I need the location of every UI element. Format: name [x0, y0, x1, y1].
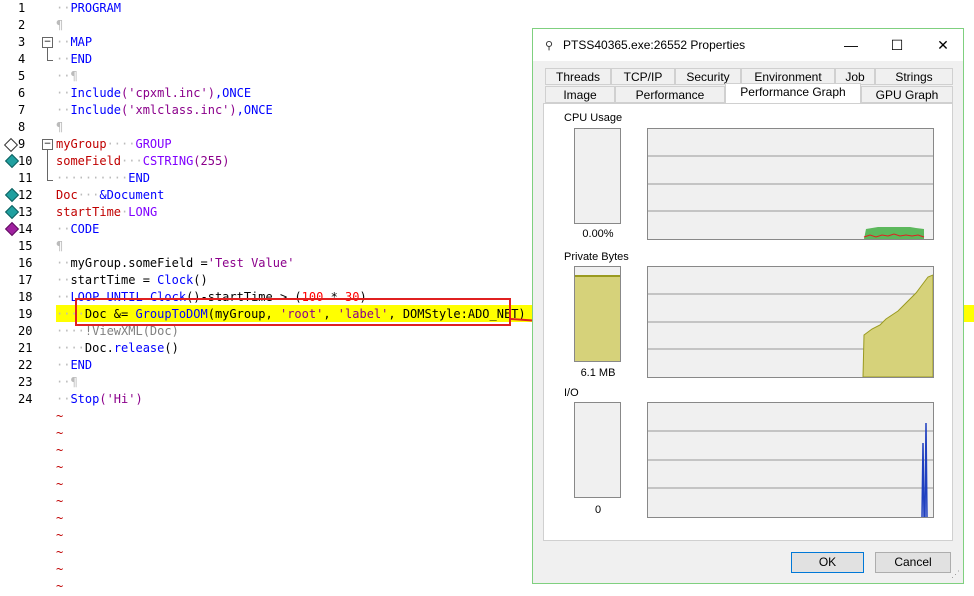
cpu-usage-value: 0.00% — [582, 228, 614, 240]
tab-threads[interactable]: Threads — [545, 68, 611, 85]
private-bytes-label: Private Bytes — [564, 251, 629, 263]
cpu-usage-meter — [574, 128, 621, 224]
private-bytes-meter-fill — [575, 274, 620, 361]
tab-gpu-graph[interactable]: GPU Graph — [861, 86, 953, 103]
private-bytes-meter — [574, 266, 621, 362]
resize-grip-icon[interactable]: ⋰ — [951, 569, 960, 580]
cpu-usage-label: CPU Usage — [564, 112, 623, 124]
performance-graph-panel: CPU Usage 0.00% Private Bytes 6.1 MB I/O… — [543, 103, 953, 541]
tab-performance-graph[interactable]: Performance Graph — [725, 83, 861, 103]
cpu-usage-graph — [647, 128, 934, 240]
tab-performance[interactable]: Performance — [615, 86, 725, 103]
cpu-activity-area — [864, 227, 924, 239]
tab-strings[interactable]: Strings — [875, 68, 953, 85]
ok-button[interactable]: OK — [791, 552, 864, 573]
io-value: 0 — [594, 504, 602, 516]
dialog-body: Threads TCP/IP Security Environment Job … — [533, 61, 963, 583]
io-label: I/O — [564, 387, 579, 399]
tab-image[interactable]: Image — [545, 86, 615, 103]
pin-icon: ⚲ — [545, 40, 554, 52]
private-bytes-graph — [647, 266, 934, 378]
io-meter — [574, 402, 621, 498]
io-graph — [647, 402, 934, 518]
cancel-button[interactable]: Cancel — [875, 552, 951, 573]
io-spike — [921, 422, 928, 517]
title-bar[interactable]: ⚲ PTSS40365.exe:26552 Properties — ☐ ✕ — [533, 29, 963, 61]
properties-dialog: ⚲ PTSS40365.exe:26552 Properties — ☐ ✕ T… — [532, 28, 964, 584]
minimize-button[interactable]: — — [841, 35, 861, 55]
maximize-button[interactable]: ☐ — [887, 35, 907, 55]
tab-tcpip[interactable]: TCP/IP — [611, 68, 675, 85]
dialog-title: PTSS40365.exe:26552 Properties — [563, 38, 746, 52]
close-button[interactable]: ✕ — [933, 35, 953, 55]
private-bytes-value: 6.1 MB — [580, 367, 616, 379]
private-bytes-area — [862, 274, 933, 377]
